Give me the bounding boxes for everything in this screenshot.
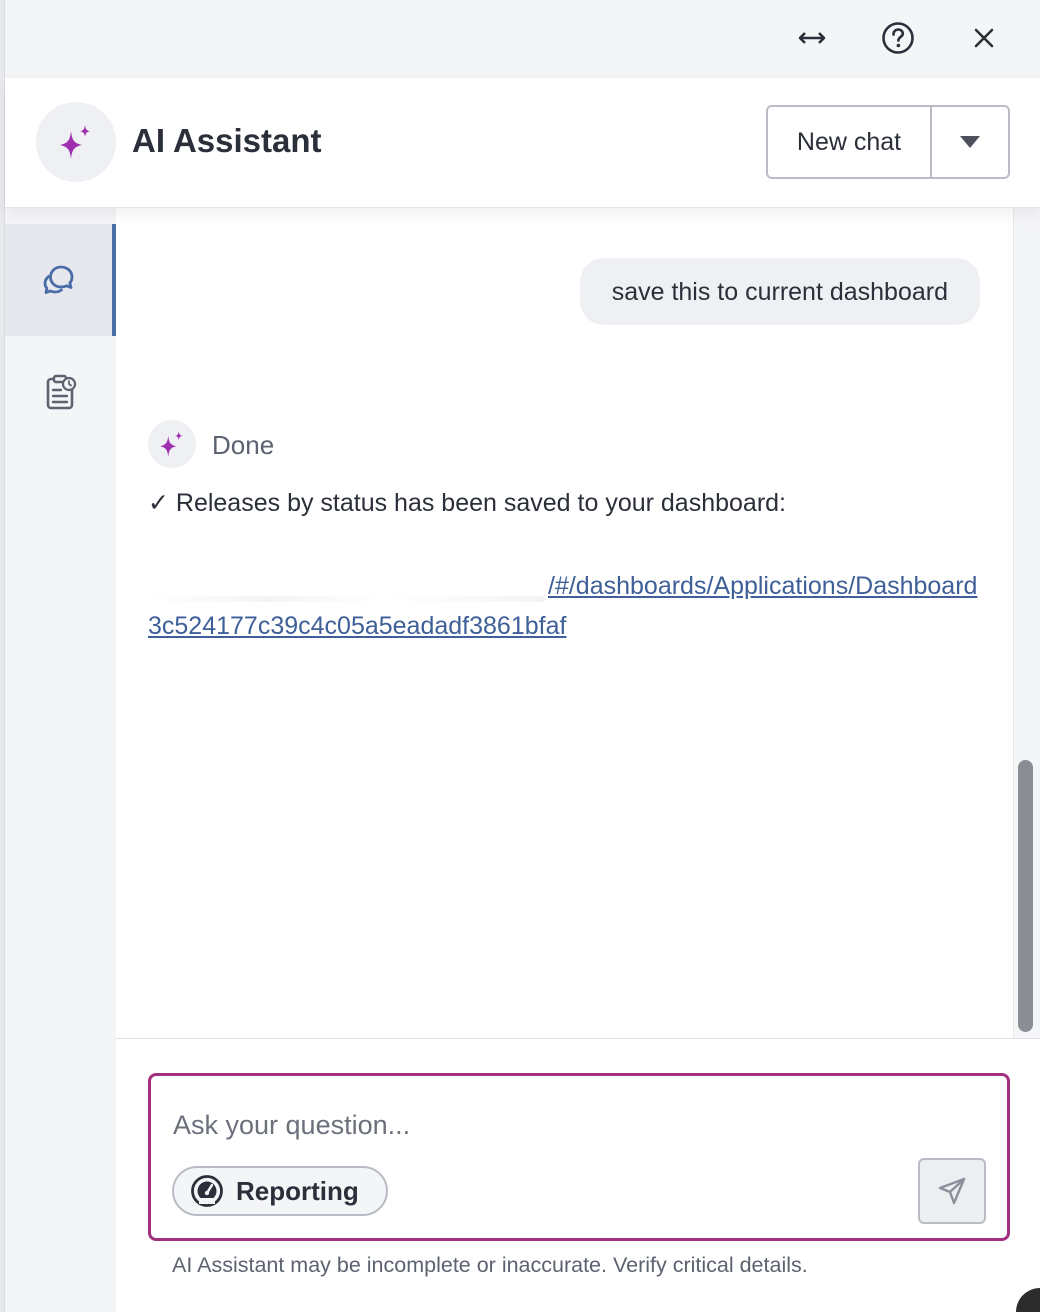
disclaimer-text: AI Assistant may be incomplete or inaccu… <box>172 1253 808 1277</box>
new-chat-button[interactable]: New chat <box>768 107 932 177</box>
clipboard-history-icon <box>46 374 76 410</box>
top-toolbar <box>5 0 1040 78</box>
new-chat-dropdown-button[interactable] <box>932 107 1008 177</box>
assistant-header: AI Assistant New chat <box>5 78 1040 208</box>
bot-avatar <box>148 420 196 468</box>
sidebar-item-history[interactable] <box>5 336 116 448</box>
sparkle-icon <box>160 431 183 457</box>
dashboard-link[interactable]: /#/dashboards/Applications/Dashboard3c52… <box>148 566 978 646</box>
chat-messages[interactable]: save this to current dashboard Done ✓ Re… <box>116 208 1013 1038</box>
assistant-logo <box>36 102 116 182</box>
reporting-chip[interactable]: Reporting <box>172 1166 388 1216</box>
question-input[interactable]: Ask your question... Reporting <box>148 1073 1010 1241</box>
bot-message: ✓ Releases by status has been saved to y… <box>148 489 787 517</box>
sparkle-icon <box>60 125 90 159</box>
expand-button[interactable] <box>790 16 834 60</box>
help-circle-icon <box>882 22 914 54</box>
close-icon <box>974 28 994 48</box>
caret-down-icon <box>960 136 980 148</box>
bot-status: Done <box>212 430 275 460</box>
horizontal-arrows-icon <box>798 32 826 44</box>
send-icon <box>938 1177 966 1205</box>
sidebar-item-chat[interactable] <box>5 224 116 336</box>
help-button[interactable] <box>876 16 920 60</box>
sidebar <box>5 208 116 1312</box>
composer-area: Ask your question... Reporting AI Assist… <box>116 1038 1040 1312</box>
new-chat-split-button: New chat <box>766 105 1010 179</box>
redacted-url-host <box>148 596 544 602</box>
scrollbar-thumb[interactable] <box>1018 760 1033 1032</box>
reporting-chip-label: Reporting <box>236 1175 359 1206</box>
chat-bubbles-icon <box>43 265 73 294</box>
gauge-icon <box>191 1175 223 1207</box>
user-message: save this to current dashboard <box>579 258 980 325</box>
question-placeholder: Ask your question... <box>173 1110 411 1140</box>
assistant-title: AI Assistant <box>132 122 322 159</box>
send-button[interactable] <box>918 1158 986 1224</box>
close-button[interactable] <box>962 16 1006 60</box>
